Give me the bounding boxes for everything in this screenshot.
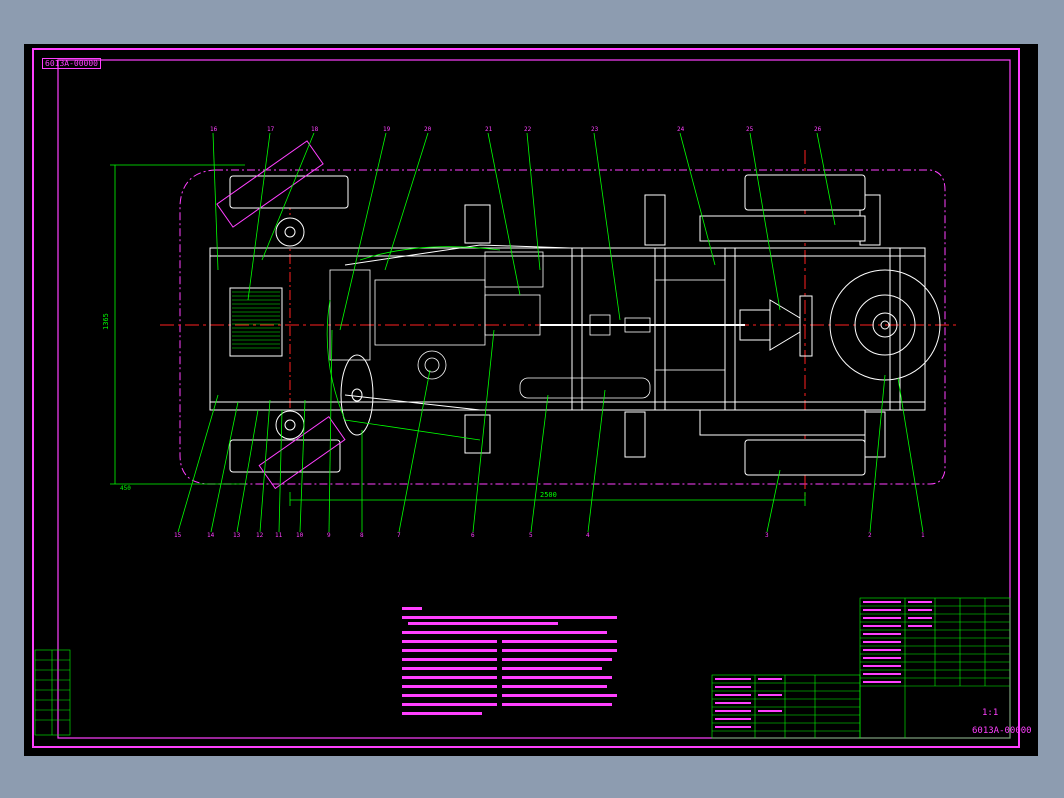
- callout-label: 9: [327, 532, 331, 539]
- callout-label: 8: [360, 532, 364, 539]
- revision-block: [34, 649, 71, 736]
- drawing-number: 6013A-00000: [972, 726, 1032, 736]
- callout-label: 7: [397, 532, 401, 539]
- callout-label: 5: [529, 532, 533, 539]
- bottom-callout-labels: 15 14 13 12 11 10 9 8 7 6 5 4 3 2 1: [174, 532, 925, 539]
- callout-label: 15: [174, 532, 182, 539]
- callout-label: 25: [746, 126, 754, 133]
- callout-label: 21: [485, 126, 493, 133]
- callout-label: 23: [591, 126, 599, 133]
- callout-label: 26: [814, 126, 822, 133]
- callout-label: 10: [296, 532, 304, 539]
- parts-list-table: [711, 597, 1011, 739]
- callout-label: 16: [210, 126, 218, 133]
- callout-label: 2: [868, 532, 872, 539]
- callout-label: 6: [471, 532, 475, 539]
- callout-label: 24: [677, 126, 685, 133]
- chassis-drawing: 1365 2500 450 16 17 18 19 20 21 22 23 24…: [32, 48, 1020, 748]
- drawing-number-rotated: 6013A-00000: [42, 58, 101, 69]
- width-dimension: 1365: [102, 313, 110, 330]
- callout-label: 14: [207, 532, 215, 539]
- callout-label: 11: [275, 532, 283, 539]
- radiator: [229, 287, 283, 357]
- offset-dimension: 450: [120, 485, 131, 492]
- inner-border: [57, 59, 1011, 739]
- callout-label: 22: [524, 126, 532, 133]
- callout-label: 18: [311, 126, 319, 133]
- callout-label: 13: [233, 532, 241, 539]
- top-callout-labels: 16 17 18 19 20 21 22 23 24 25 26: [210, 126, 822, 133]
- wheelbase-dimension: 2500: [540, 491, 557, 499]
- callout-label: 4: [586, 532, 590, 539]
- callout-label: 1: [921, 532, 925, 539]
- rear-differential: [739, 295, 813, 357]
- callout-label: 17: [267, 126, 275, 133]
- callout-label: 3: [765, 532, 769, 539]
- technical-notes: [402, 607, 617, 715]
- parts-list-text: [715, 601, 932, 728]
- callout-label: 12: [256, 532, 264, 539]
- callout-label: 19: [383, 126, 391, 133]
- scale-label: 1:1: [982, 708, 999, 718]
- callout-label: 20: [424, 126, 432, 133]
